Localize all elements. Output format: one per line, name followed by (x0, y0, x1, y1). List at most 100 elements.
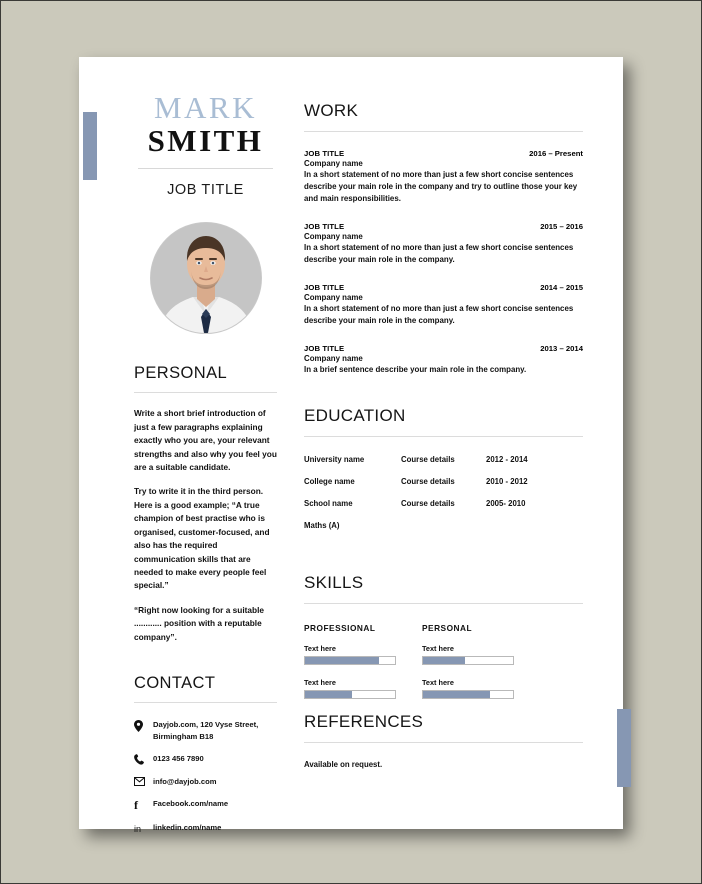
last-name: SMITH (147, 123, 264, 159)
contact-text: linkedin.com/name (153, 823, 222, 833)
skill-label: Text here (304, 644, 336, 654)
skills-column-title: PERSONAL (422, 623, 473, 634)
skills-columns: PROFESSIONAL Text here Text here PERSONA… (304, 623, 583, 712)
location-pin-icon (134, 719, 153, 733)
skill-bar (304, 656, 396, 666)
contact-item-address[interactable]: Dayjob.com, 120 Vyse Street, Birmingham … (134, 719, 277, 742)
references-text: Available on request. (304, 760, 383, 770)
facebook-icon: f (134, 798, 153, 811)
skill-bar (422, 656, 514, 666)
work-job-date: 2013 – 2014 (540, 344, 583, 354)
skills-column-professional: PROFESSIONAL Text here Text here (304, 623, 396, 712)
skill-item: Text here (422, 644, 514, 666)
work-entry: JOB TITLE 2015 – 2016 Company name In a … (304, 222, 583, 266)
skill-bar-fill (305, 657, 379, 665)
work-description: In a short statement of no more than jus… (304, 243, 574, 265)
skill-bar-fill (423, 657, 466, 665)
skill-bar-fill (423, 691, 490, 699)
header-job-title: JOB TITLE (167, 182, 244, 199)
skills-heading: SKILLS (304, 573, 364, 593)
work-job-date: 2014 – 2015 (540, 283, 583, 293)
contact-divider (134, 702, 277, 704)
work-section: WORK JOB TITLE 2016 – Present Company na… (304, 101, 583, 376)
envelope-icon (134, 776, 153, 786)
skill-item: Text here (304, 678, 396, 700)
references-heading: REFERENCES (304, 712, 424, 732)
skill-item: Text here (422, 678, 514, 700)
education-date (486, 521, 556, 530)
svg-text:in: in (134, 824, 141, 833)
education-row: College name Course details 2010 - 2012 (304, 477, 583, 486)
contact-item-facebook[interactable]: f Facebook.com/name (134, 798, 277, 811)
skill-bar (304, 690, 396, 700)
cv-page: MARK SMITH JOB TITLE PERSONAL Write a sh… (79, 57, 631, 833)
skill-label: Text here (422, 678, 454, 688)
contact-list: Dayjob.com, 120 Vyse Street, Birmingham … (134, 719, 277, 834)
work-description: In a short statement of no more than jus… (304, 304, 574, 326)
work-job-title: JOB TITLE (304, 222, 345, 232)
references-divider (304, 742, 583, 744)
contact-text: info@dayjob.com (153, 776, 217, 786)
skills-column-title: PROFESSIONAL (304, 623, 376, 634)
left-column: MARK SMITH JOB TITLE PERSONAL Write a sh… (79, 57, 299, 833)
personal-paragraph: “Right now looking for a suitable ......… (134, 604, 264, 642)
photo-container (134, 222, 277, 335)
right-column: WORK JOB TITLE 2016 – Present Company na… (299, 57, 623, 829)
education-row: Maths (A) (304, 521, 583, 530)
work-entry: JOB TITLE 2013 – 2014 Company name In a … (304, 344, 583, 376)
education-institution: College name (304, 477, 355, 487)
education-table: University name Course details 2012 - 20… (304, 455, 583, 530)
work-job-title: JOB TITLE (304, 283, 345, 293)
work-description: In a brief sentence describe your main r… (304, 365, 527, 375)
work-job-date: 2016 – Present (529, 149, 583, 158)
work-job-date: 2015 – 2016 (540, 222, 583, 232)
skills-divider (304, 603, 583, 605)
work-entry: JOB TITLE 2016 – Present Company name In… (304, 149, 583, 205)
skill-bar (422, 690, 514, 700)
education-course: Course details (401, 499, 455, 509)
phone-icon (134, 753, 153, 765)
skills-column-personal: PERSONAL Text here Text here (422, 623, 514, 712)
education-row: University name Course details 2012 - 20… (304, 455, 583, 464)
contact-item-phone[interactable]: 0123 456 7890 (134, 753, 277, 765)
contact-text: Facebook.com/name (153, 799, 229, 809)
portrait-photo-icon (149, 222, 262, 335)
skill-item: Text here (304, 644, 396, 666)
work-description: In a short statement of no more than jus… (304, 170, 578, 204)
svg-text:f: f (134, 799, 139, 811)
screenshot-canvas: MARK SMITH JOB TITLE PERSONAL Write a sh… (0, 0, 702, 884)
contact-item-email[interactable]: info@dayjob.com (134, 776, 277, 787)
work-company: Company name (304, 293, 363, 303)
skill-label: Text here (304, 678, 336, 688)
education-date: 2005- 2010 (486, 499, 526, 509)
contact-item-linkedin[interactable]: in linkedin.com/name (134, 822, 277, 833)
skill-bar-fill (305, 691, 352, 699)
name-block: MARK SMITH JOB TITLE (134, 91, 277, 198)
name-divider (138, 168, 273, 170)
contact-heading: CONTACT (134, 674, 216, 693)
skills-section: SKILLS PROFESSIONAL Text here Text here … (304, 573, 583, 712)
work-company: Company name (304, 232, 363, 242)
personal-paragraph: Write a short brief introduction of just… (134, 408, 277, 472)
education-section: EDUCATION University name Course details… (304, 406, 583, 530)
education-institution: School name (304, 499, 353, 509)
work-company: Company name (304, 159, 363, 168)
references-section: REFERENCES Available on request. (304, 712, 583, 769)
education-institution: University name (304, 455, 365, 465)
work-heading: WORK (304, 101, 359, 120)
personal-heading: PERSONAL (134, 364, 228, 383)
personal-paragraph: Try to write it in the third person. Her… (134, 486, 270, 591)
education-course: Course details (401, 455, 455, 465)
work-divider (304, 131, 583, 132)
education-date: 2012 - 2014 (486, 455, 528, 465)
accent-bar-right (617, 709, 631, 787)
contact-text: Dayjob.com, 120 Vyse Street, Birmingham … (153, 720, 259, 741)
education-divider (304, 436, 583, 438)
work-company: Company name (304, 354, 363, 364)
accent-bar-left (83, 112, 97, 180)
work-entry: JOB TITLE 2014 – 2015 Company name In a … (304, 283, 583, 327)
linkedin-icon: in (134, 822, 153, 833)
education-heading: EDUCATION (304, 406, 406, 426)
